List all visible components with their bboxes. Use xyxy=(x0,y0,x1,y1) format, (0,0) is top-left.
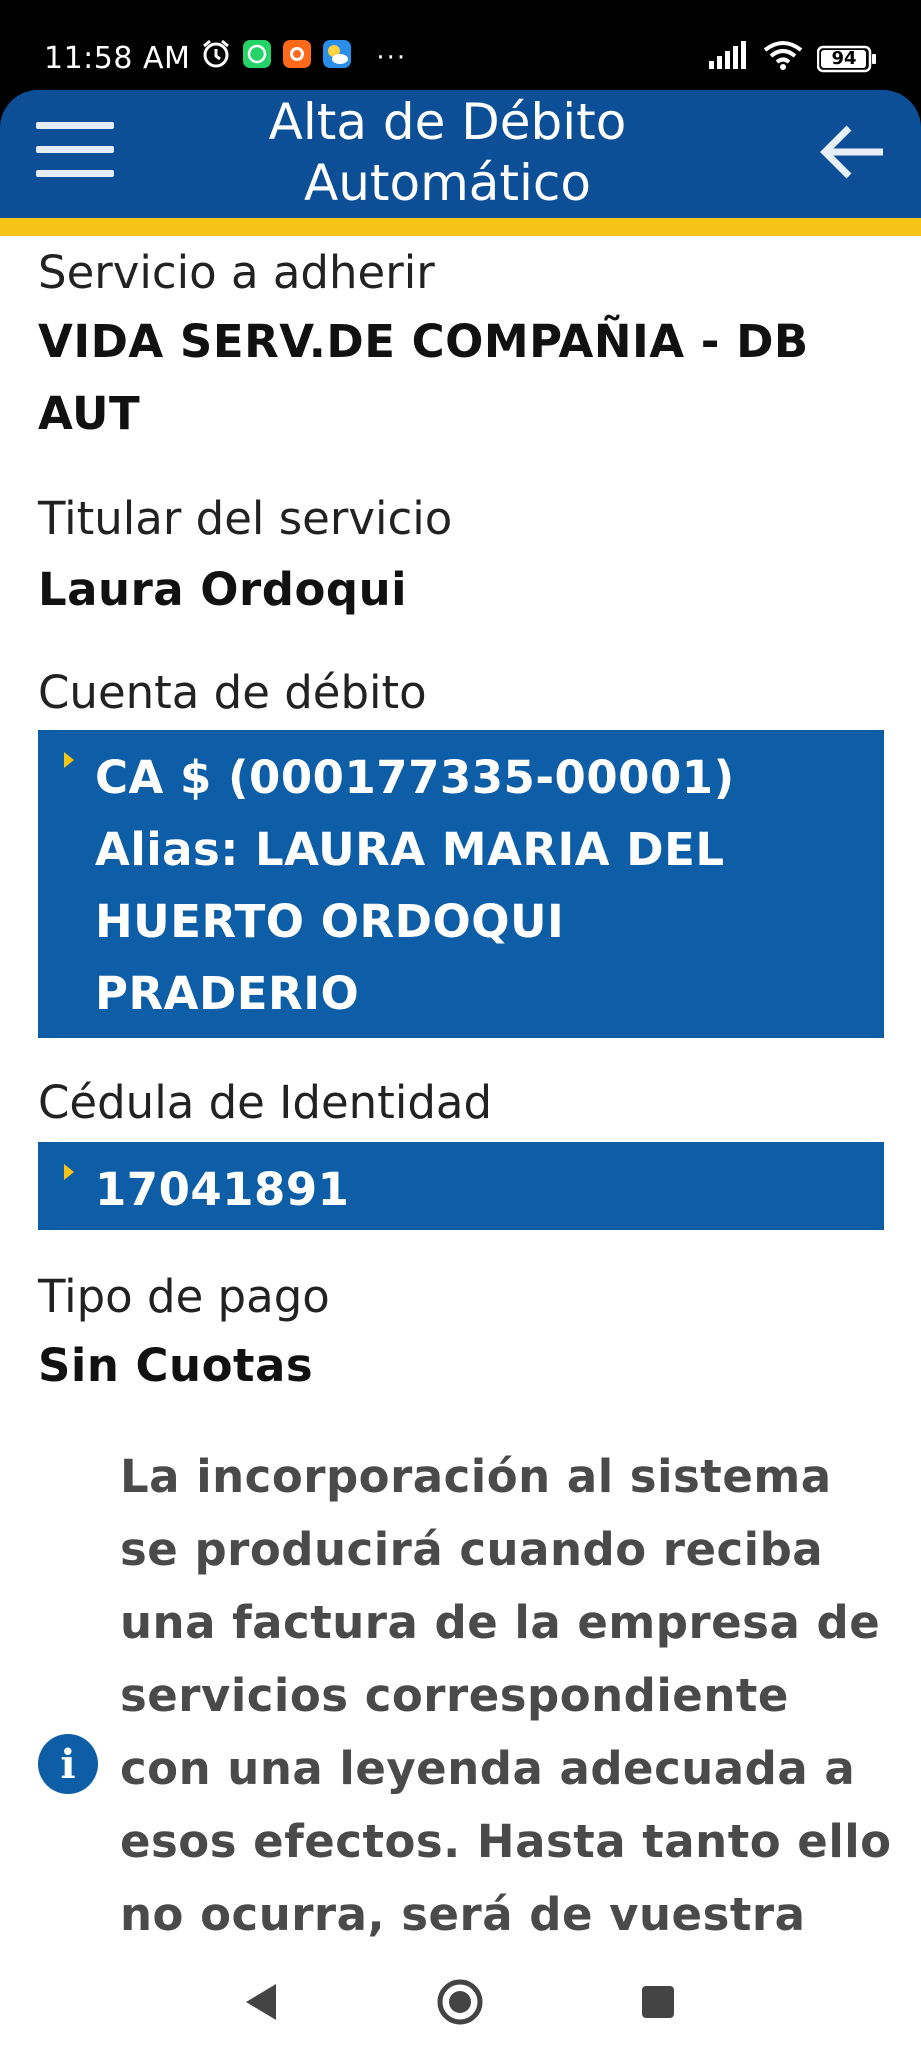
arrow-left-icon[interactable] xyxy=(813,112,893,192)
accent-divider xyxy=(0,218,921,236)
caret-right-icon xyxy=(64,1164,74,1180)
account-selector[interactable]: CA $ (000177335-00001) Alias: LAURA MARI… xyxy=(38,730,884,1038)
account-line: CA $ (000177335-00001) xyxy=(95,751,735,804)
app-icon xyxy=(282,39,312,77)
wifi-icon xyxy=(763,40,803,78)
service-label: Servicio a adherir xyxy=(38,246,435,299)
id-label: Cédula de Identidad xyxy=(38,1076,493,1129)
status-bar-left: 11:58 AM ··· xyxy=(44,38,407,78)
info-icon: i xyxy=(38,1734,98,1794)
page-title: Alta de Débito Automático xyxy=(160,92,735,214)
weather-icon xyxy=(322,39,352,77)
account-line: PRADERIO xyxy=(95,967,360,1020)
id-selector[interactable]: 17041891 xyxy=(38,1142,884,1230)
payment-value: Sin Cuotas xyxy=(38,1339,314,1392)
battery-icon: 94 xyxy=(817,45,877,73)
svg-text:i: i xyxy=(60,1741,75,1788)
account-label: Cuenta de débito xyxy=(38,666,427,719)
hamburger-menu-icon[interactable] xyxy=(36,122,116,182)
info-line: esos efectos. Hasta tanto ello xyxy=(120,1815,892,1868)
info-line: servicios correspondiente xyxy=(120,1669,789,1722)
payment-label: Tipo de pago xyxy=(38,1270,330,1323)
service-value-line2: AUT xyxy=(38,387,141,440)
signal-icon xyxy=(709,41,749,77)
account-selector-value: CA $ (000177335-00001) Alias: LAURA MARI… xyxy=(95,742,865,1030)
service-value-line1: VIDA SERV.DE COMPAÑIA - DB xyxy=(38,315,809,368)
account-line: Alias: LAURA MARIA DEL xyxy=(95,823,725,876)
status-bar-right: 94 xyxy=(709,40,877,78)
nav-back-icon[interactable] xyxy=(232,1972,292,2032)
whatsapp-icon xyxy=(242,39,272,77)
app-bar: Alta de Débito Automático xyxy=(0,90,921,218)
account-line: HUERTO ORDOQUI xyxy=(95,895,565,948)
id-selector-value: 17041891 xyxy=(95,1163,350,1216)
info-line: con una leyenda adecuada a xyxy=(120,1742,856,1795)
holder-value: Laura Ordoqui xyxy=(38,563,408,616)
info-line: no ocurra, será de vuestra xyxy=(120,1888,806,1941)
system-nav-bar xyxy=(0,1950,921,2048)
info-line: una factura de la empresa de xyxy=(120,1596,881,1649)
page-title-line1: Alta de Débito xyxy=(268,93,627,151)
more-notifications: ··· xyxy=(376,43,408,73)
status-bar: 11:58 AM ··· 94 xyxy=(0,0,921,90)
status-time: 11:58 AM xyxy=(44,40,191,76)
nav-home-icon[interactable] xyxy=(430,1972,490,2032)
service-value: VIDA SERV.DE COMPAÑIA - DB AUT xyxy=(38,306,884,450)
info-line: La incorporación al sistema xyxy=(120,1450,832,1503)
info-text: La incorporación al sistema se producirá… xyxy=(120,1440,910,1951)
caret-right-icon xyxy=(64,752,74,768)
page-title-line2: Automático xyxy=(303,154,591,212)
nav-recents-icon[interactable] xyxy=(628,1972,688,2032)
holder-label: Titular del servicio xyxy=(38,492,453,545)
battery-level: 94 xyxy=(831,48,857,69)
info-line: se producirá cuando reciba xyxy=(120,1523,824,1576)
alarm-icon xyxy=(200,38,232,78)
